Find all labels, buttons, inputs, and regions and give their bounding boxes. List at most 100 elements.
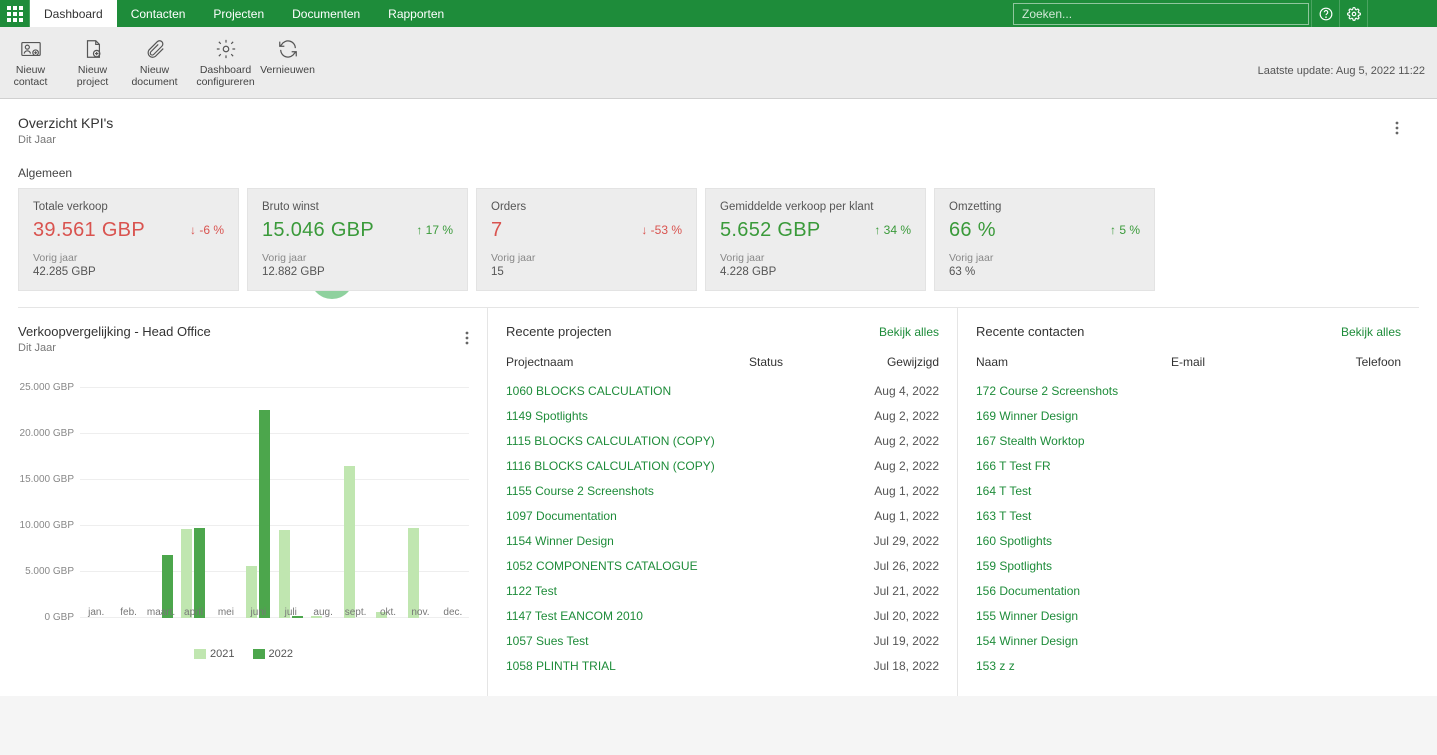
project-status (749, 409, 849, 423)
table-row: 166 T Test FR (976, 453, 1401, 478)
kpi-prev-value: 15 (491, 266, 682, 278)
project-link[interactable]: 1097 Documentation (506, 509, 749, 523)
project-date: Aug 2, 2022 (849, 434, 939, 448)
x-tick-label: mei (218, 607, 234, 618)
kpi-subtitle: Dit Jaar (18, 134, 1419, 146)
nav-projecten[interactable]: Projecten (199, 0, 278, 27)
contact-link[interactable]: 155 Winner Design (976, 609, 1171, 623)
contact-link[interactable]: 166 T Test FR (976, 459, 1171, 473)
nav-dashboard[interactable]: Dashboard (30, 0, 117, 27)
kpi-card[interactable]: Gemiddelde verkoop per klant5.652 GBP↑ 3… (705, 188, 926, 291)
chart-menu-icon[interactable] (465, 331, 469, 348)
app-logo[interactable] (0, 0, 30, 27)
kpi-delta: ↓ -53 % (641, 223, 682, 237)
kpi-prev-label: Vorig jaar (720, 252, 911, 264)
contact-link[interactable]: 153 z z (976, 659, 1171, 673)
kpi-prev-value: 42.285 GBP (33, 266, 224, 278)
last-update: Laatste update: Aug 5, 2022 11:22 (1258, 65, 1425, 77)
project-link[interactable]: 1060 BLOCKS CALCULATION (506, 384, 749, 398)
contact-link[interactable]: 154 Winner Design (976, 634, 1171, 648)
contact-phone (1311, 459, 1401, 473)
kpi-prev-value: 4.228 GBP (720, 266, 911, 278)
project-link[interactable]: 1057 Sues Test (506, 634, 749, 648)
project-link[interactable]: 1149 Spotlights (506, 409, 749, 423)
contact-phone (1311, 484, 1401, 498)
table-row: 167 Stealth Worktop (976, 428, 1401, 453)
x-tick-label: aug. (313, 607, 332, 618)
kpi-label: Omzetting (949, 201, 1140, 213)
kpi-group-label: Algemeen (18, 166, 1419, 180)
project-status (749, 434, 849, 448)
table-row: 1154 Winner Design Jul 29, 2022 (506, 528, 939, 553)
contact-phone (1311, 609, 1401, 623)
contact-email (1171, 459, 1311, 473)
projects-view-all-link[interactable]: Bekijk alles (879, 325, 939, 339)
contact-link[interactable]: 172 Course 2 Screenshots (976, 384, 1171, 398)
project-link[interactable]: 1115 BLOCKS CALCULATION (COPY) (506, 434, 749, 448)
paperclip-icon (144, 37, 166, 61)
project-status (749, 459, 849, 473)
user-menu[interactable] (1367, 0, 1437, 27)
search-input[interactable] (1013, 3, 1309, 25)
contact-email (1171, 434, 1311, 448)
table-row: 1115 BLOCKS CALCULATION (COPY) Aug 2, 202… (506, 428, 939, 453)
kpi-delta: ↑ 17 % (416, 223, 453, 237)
refresh-button[interactable]: Vernieuwen (257, 33, 319, 80)
x-tick-label: juli (285, 607, 297, 618)
y-tick-label: 25.000 GBP (18, 382, 74, 393)
contact-link[interactable]: 160 Spotlights (976, 534, 1171, 548)
new-project-button[interactable]: Nieuw project (62, 33, 124, 92)
toolbar-label: Dashboard configureren (196, 64, 254, 88)
document-add-icon (82, 37, 104, 61)
settings-icon[interactable] (1339, 0, 1367, 27)
project-link[interactable]: 1154 Winner Design (506, 534, 749, 548)
contact-link[interactable]: 163 T Test (976, 509, 1171, 523)
x-tick-label: jan. (88, 607, 104, 618)
kpi-card[interactable]: Omzetting66 %↑ 5 %Vorig jaar63 % (934, 188, 1155, 291)
kpi-card[interactable]: Orders7↓ -53 %Vorig jaar15 (476, 188, 697, 291)
contact-link[interactable]: 159 Spotlights (976, 559, 1171, 573)
kpi-card[interactable]: Bruto winst15.046 GBP↑ 17 %Vorig jaar12.… (247, 188, 468, 291)
nav-documenten[interactable]: Documenten (278, 0, 374, 27)
project-link[interactable]: 1155 Course 2 Screenshots (506, 484, 749, 498)
kpi-card[interactable]: Totale verkoop39.561 GBP↓ -6 %Vorig jaar… (18, 188, 239, 291)
project-status (749, 584, 849, 598)
table-row: 1058 PLINTH TRIALJul 18, 2022 (506, 653, 939, 678)
contact-link[interactable]: 169 Winner Design (976, 409, 1171, 423)
contact-email (1171, 609, 1311, 623)
bar-2021 (181, 529, 192, 618)
sales-chart-panel: Verkoopvergelijking - Head Office Dit Ja… (18, 308, 488, 696)
project-link[interactable]: 1122 Test (506, 584, 749, 598)
contact-phone (1311, 384, 1401, 398)
nav-contacten[interactable]: Contacten (117, 0, 200, 27)
project-date: Aug 4, 2022 (849, 384, 939, 398)
table-row: 156 Documentation (976, 578, 1401, 603)
project-status (749, 484, 849, 498)
kpi-prev-label: Vorig jaar (491, 252, 682, 264)
contact-link[interactable]: 167 Stealth Worktop (976, 434, 1171, 448)
project-link[interactable]: 1058 PLINTH TRIAL (506, 659, 749, 673)
contact-link[interactable]: 164 T Test (976, 484, 1171, 498)
contact-link[interactable]: 156 Documentation (976, 584, 1171, 598)
projects-title: Recente projecten (506, 324, 612, 339)
configure-dashboard-button[interactable]: Dashboard configureren (195, 33, 257, 92)
kpi-prev-value: 63 % (949, 266, 1140, 278)
project-status (749, 509, 849, 523)
contacts-view-all-link[interactable]: Bekijk alles (1341, 325, 1401, 339)
project-link[interactable]: 1116 BLOCKS CALCULATION (COPY) (506, 459, 749, 473)
nav-rapporten[interactable]: Rapporten (374, 0, 458, 27)
new-contact-button[interactable]: Nieuw contact (0, 33, 62, 92)
bar-2021 (279, 530, 290, 618)
project-date: Aug 2, 2022 (849, 409, 939, 423)
contact-email (1171, 584, 1311, 598)
project-status (749, 634, 849, 648)
project-link[interactable]: 1052 COMPONENTS CATALOGUE (506, 559, 749, 573)
x-tick-label: okt. (380, 607, 396, 618)
kpi-menu-icon[interactable] (1395, 121, 1399, 138)
project-link[interactable]: 1147 Test EANCOM 2010 (506, 609, 749, 623)
new-document-button[interactable]: Nieuw document (124, 33, 186, 92)
project-date: Jul 29, 2022 (849, 534, 939, 548)
table-row: 1057 Sues TestJul 19, 2022 (506, 628, 939, 653)
help-icon[interactable] (1311, 0, 1339, 27)
contact-email (1171, 509, 1311, 523)
